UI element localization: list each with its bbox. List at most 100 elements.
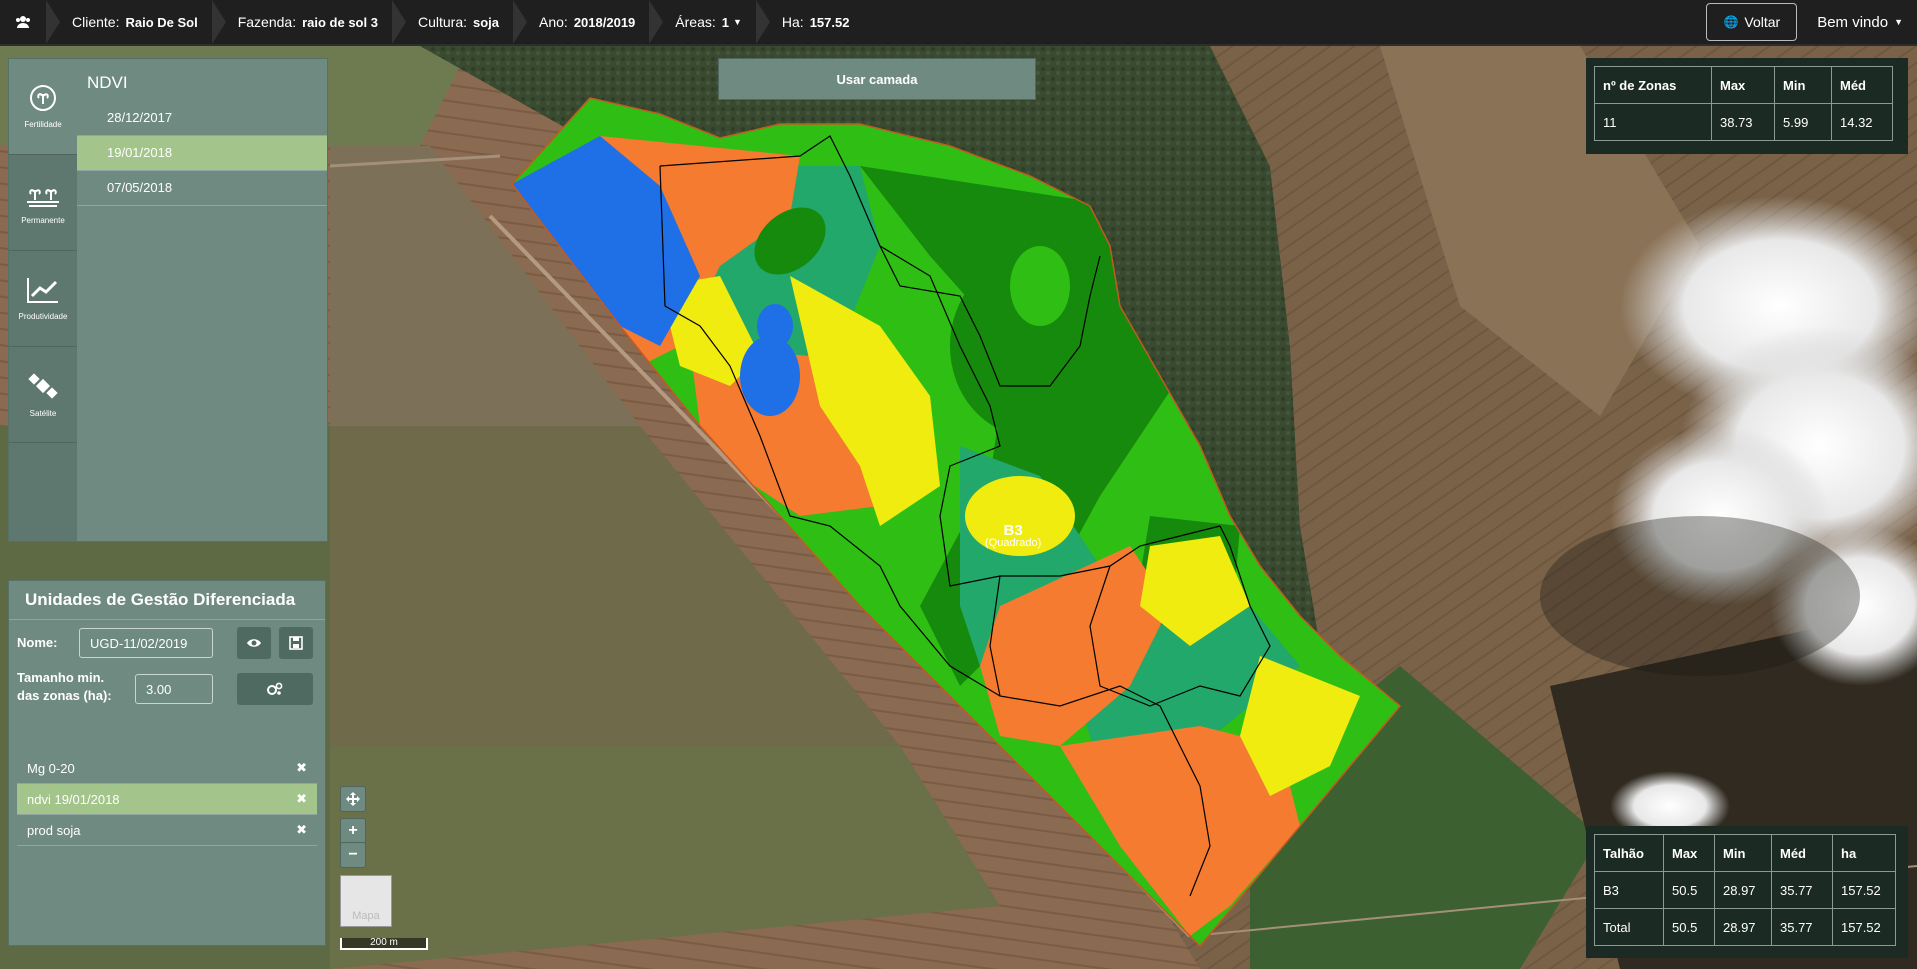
table-cell: 35.77 xyxy=(1771,871,1833,909)
table-cell: 5.99 xyxy=(1774,103,1832,141)
zone-stats-panel: nº de Zonas Max Min Méd 11 38.73 5.99 14… xyxy=(1586,58,1908,154)
header-cell: Talhão xyxy=(1594,834,1664,872)
size-label-line-1: Tamanho min. xyxy=(17,670,105,685)
table-cell: 28.97 xyxy=(1714,871,1772,909)
voltar-label: Voltar xyxy=(1744,14,1781,30)
use-layer-button[interactable]: Usar camada xyxy=(718,58,1036,100)
list-item[interactable]: Mg 0-20 ✖ xyxy=(17,753,317,784)
breadcrumb-cliente[interactable]: Cliente: Raio De Sol xyxy=(46,0,212,44)
home-button[interactable] xyxy=(0,0,46,44)
table-cell: 14.32 xyxy=(1831,103,1893,141)
layer-panel: Fertilidade Permanente Produtividade Sat… xyxy=(8,58,328,542)
size-label-line-2: das zonas (ha): xyxy=(17,688,112,703)
crumb-value: 2018/2019 xyxy=(573,14,636,30)
breadcrumb-ha: Ha: 157.52 xyxy=(755,0,864,44)
productivity-chart-icon xyxy=(27,278,58,303)
move-arrows-icon xyxy=(346,792,360,806)
table-cell: 157.52 xyxy=(1832,871,1896,909)
users-icon xyxy=(16,16,30,28)
crumb-value: soja xyxy=(473,14,500,30)
tab-label: Permanente xyxy=(21,216,65,225)
zoom-in-button[interactable]: + xyxy=(340,818,366,844)
zone-stats-table: nº de Zonas Max Min Méd 11 38.73 5.99 14… xyxy=(1594,66,1893,141)
min-zone-size-input[interactable]: 3.00 xyxy=(135,674,213,704)
ndvi-date-list: NDVI 28/12/2017 19/01/2018 07/05/2018 xyxy=(77,59,327,206)
header-cell: Min xyxy=(1774,66,1832,104)
remove-icon[interactable]: ✖ xyxy=(296,822,307,838)
plot-label[interactable]: B3 (Quadrado) xyxy=(985,523,1042,550)
crumb-value: raio de sol 3 xyxy=(302,14,378,30)
generate-zones-button[interactable] xyxy=(237,673,313,705)
ugd-name-input[interactable]: UGD-11/02/2019 xyxy=(79,628,213,658)
plot-stats-table: Talhão Max Min Méd ha B3 50.5 28.97 35.7… xyxy=(1594,834,1896,946)
crumb-value: 157.52 xyxy=(809,14,850,30)
remove-icon[interactable]: ✖ xyxy=(296,791,307,807)
list-item-label: Mg 0-20 xyxy=(27,760,75,776)
tab-label: Produtividade xyxy=(18,312,68,321)
table-cell: B3 xyxy=(1594,871,1664,909)
table-cell: 38.73 xyxy=(1711,103,1775,141)
tab-satelite[interactable]: Satélite xyxy=(9,347,77,443)
size-label: Tamanho min. das zonas (ha): xyxy=(17,669,112,705)
eye-icon xyxy=(247,639,261,647)
welcome-label: Bem vindo xyxy=(1817,13,1889,31)
gears-icon xyxy=(267,682,283,695)
layer-title: NDVI xyxy=(87,73,128,92)
table-cell: 157.52 xyxy=(1832,908,1896,946)
crumb-value: Raio De Sol xyxy=(125,14,198,30)
tab-permanente[interactable]: Permanente xyxy=(9,155,77,251)
crumb-key: Cliente: xyxy=(72,14,120,30)
list-item-label: ndvi 19/01/2018 xyxy=(27,791,120,807)
permanent-icon xyxy=(27,189,59,207)
plot-sublabel: (Quadrado) xyxy=(985,537,1042,549)
table-row: B3 50.5 28.97 35.77 157.52 xyxy=(1594,871,1896,909)
table-cell: 50.5 xyxy=(1663,871,1715,909)
crumb-key: Cultura: xyxy=(417,14,467,30)
top-bar: Cliente: Raio De Sol Fazenda: raio de sol … xyxy=(0,0,1917,46)
name-label: Nome: xyxy=(17,635,58,650)
header-cell: Méd xyxy=(1831,66,1893,104)
list-item[interactable]: prod soja ✖ xyxy=(17,815,317,846)
date-item[interactable]: 28/12/2017 xyxy=(77,101,327,136)
layer-category-tabs: Fertilidade Permanente Produtividade Sat… xyxy=(9,59,77,541)
ugd-layer-list: Mg 0-20 ✖ ndvi 19/01/2018 ✖ prod soja ✖ xyxy=(17,753,317,846)
caret-down-icon: ▼ xyxy=(1894,17,1903,27)
globe-icon: 🌐 xyxy=(1723,15,1739,29)
crumb-value: 1 xyxy=(721,14,729,30)
breadcrumb-fazenda[interactable]: Fazenda: raio de sol 3 xyxy=(211,0,392,44)
crumb-key: Fazenda: xyxy=(237,14,297,30)
voltar-button[interactable]: 🌐 Voltar xyxy=(1706,3,1798,41)
plot-stats-panel: Talhão Max Min Méd ha B3 50.5 28.97 35.7… xyxy=(1586,826,1908,958)
tab-produtividade[interactable]: Produtividade xyxy=(9,251,77,347)
header-cell: Méd xyxy=(1771,834,1833,872)
basemap-toggle[interactable]: Mapa xyxy=(340,875,392,927)
header-cell: Max xyxy=(1663,834,1715,872)
breadcrumb-ano[interactable]: Ano: 2018/2019 xyxy=(513,0,649,44)
crumb-key: Áreas: xyxy=(675,14,716,30)
table-row: Total 50.5 28.97 35.77 157.52 xyxy=(1594,908,1896,946)
table-cell: 11 xyxy=(1594,103,1712,141)
crumb-key: Ha: xyxy=(781,14,804,30)
table-cell: Total xyxy=(1594,908,1664,946)
header-cell: Min xyxy=(1714,834,1772,872)
date-item[interactable]: 07/05/2018 xyxy=(77,171,327,206)
crumb-key: Ano: xyxy=(539,14,568,30)
header-cell: Max xyxy=(1711,66,1775,104)
zoom-out-button[interactable]: − xyxy=(340,842,366,868)
date-item-selected[interactable]: 19/01/2018 xyxy=(77,136,327,171)
floppy-disk-icon xyxy=(289,636,303,650)
table-cell: 50.5 xyxy=(1663,908,1715,946)
scale-bar: 200 m xyxy=(340,938,428,950)
tab-fertilidade[interactable]: Fertilidade xyxy=(9,59,77,155)
breadcrumb-areas[interactable]: Áreas: 1 ▼ xyxy=(649,0,756,44)
welcome-menu[interactable]: Bem vindo ▼ xyxy=(1817,14,1903,31)
satellite-icon xyxy=(28,373,58,399)
list-item-selected[interactable]: ndvi 19/01/2018 ✖ xyxy=(17,784,317,815)
breadcrumb-cultura[interactable]: Cultura: soja xyxy=(391,0,513,44)
save-button[interactable] xyxy=(279,627,313,659)
list-item-label: prod soja xyxy=(27,822,81,838)
remove-icon[interactable]: ✖ xyxy=(296,760,307,776)
view-button[interactable] xyxy=(237,627,271,659)
tab-label: Fertilidade xyxy=(24,120,62,129)
pan-button[interactable] xyxy=(340,786,366,812)
